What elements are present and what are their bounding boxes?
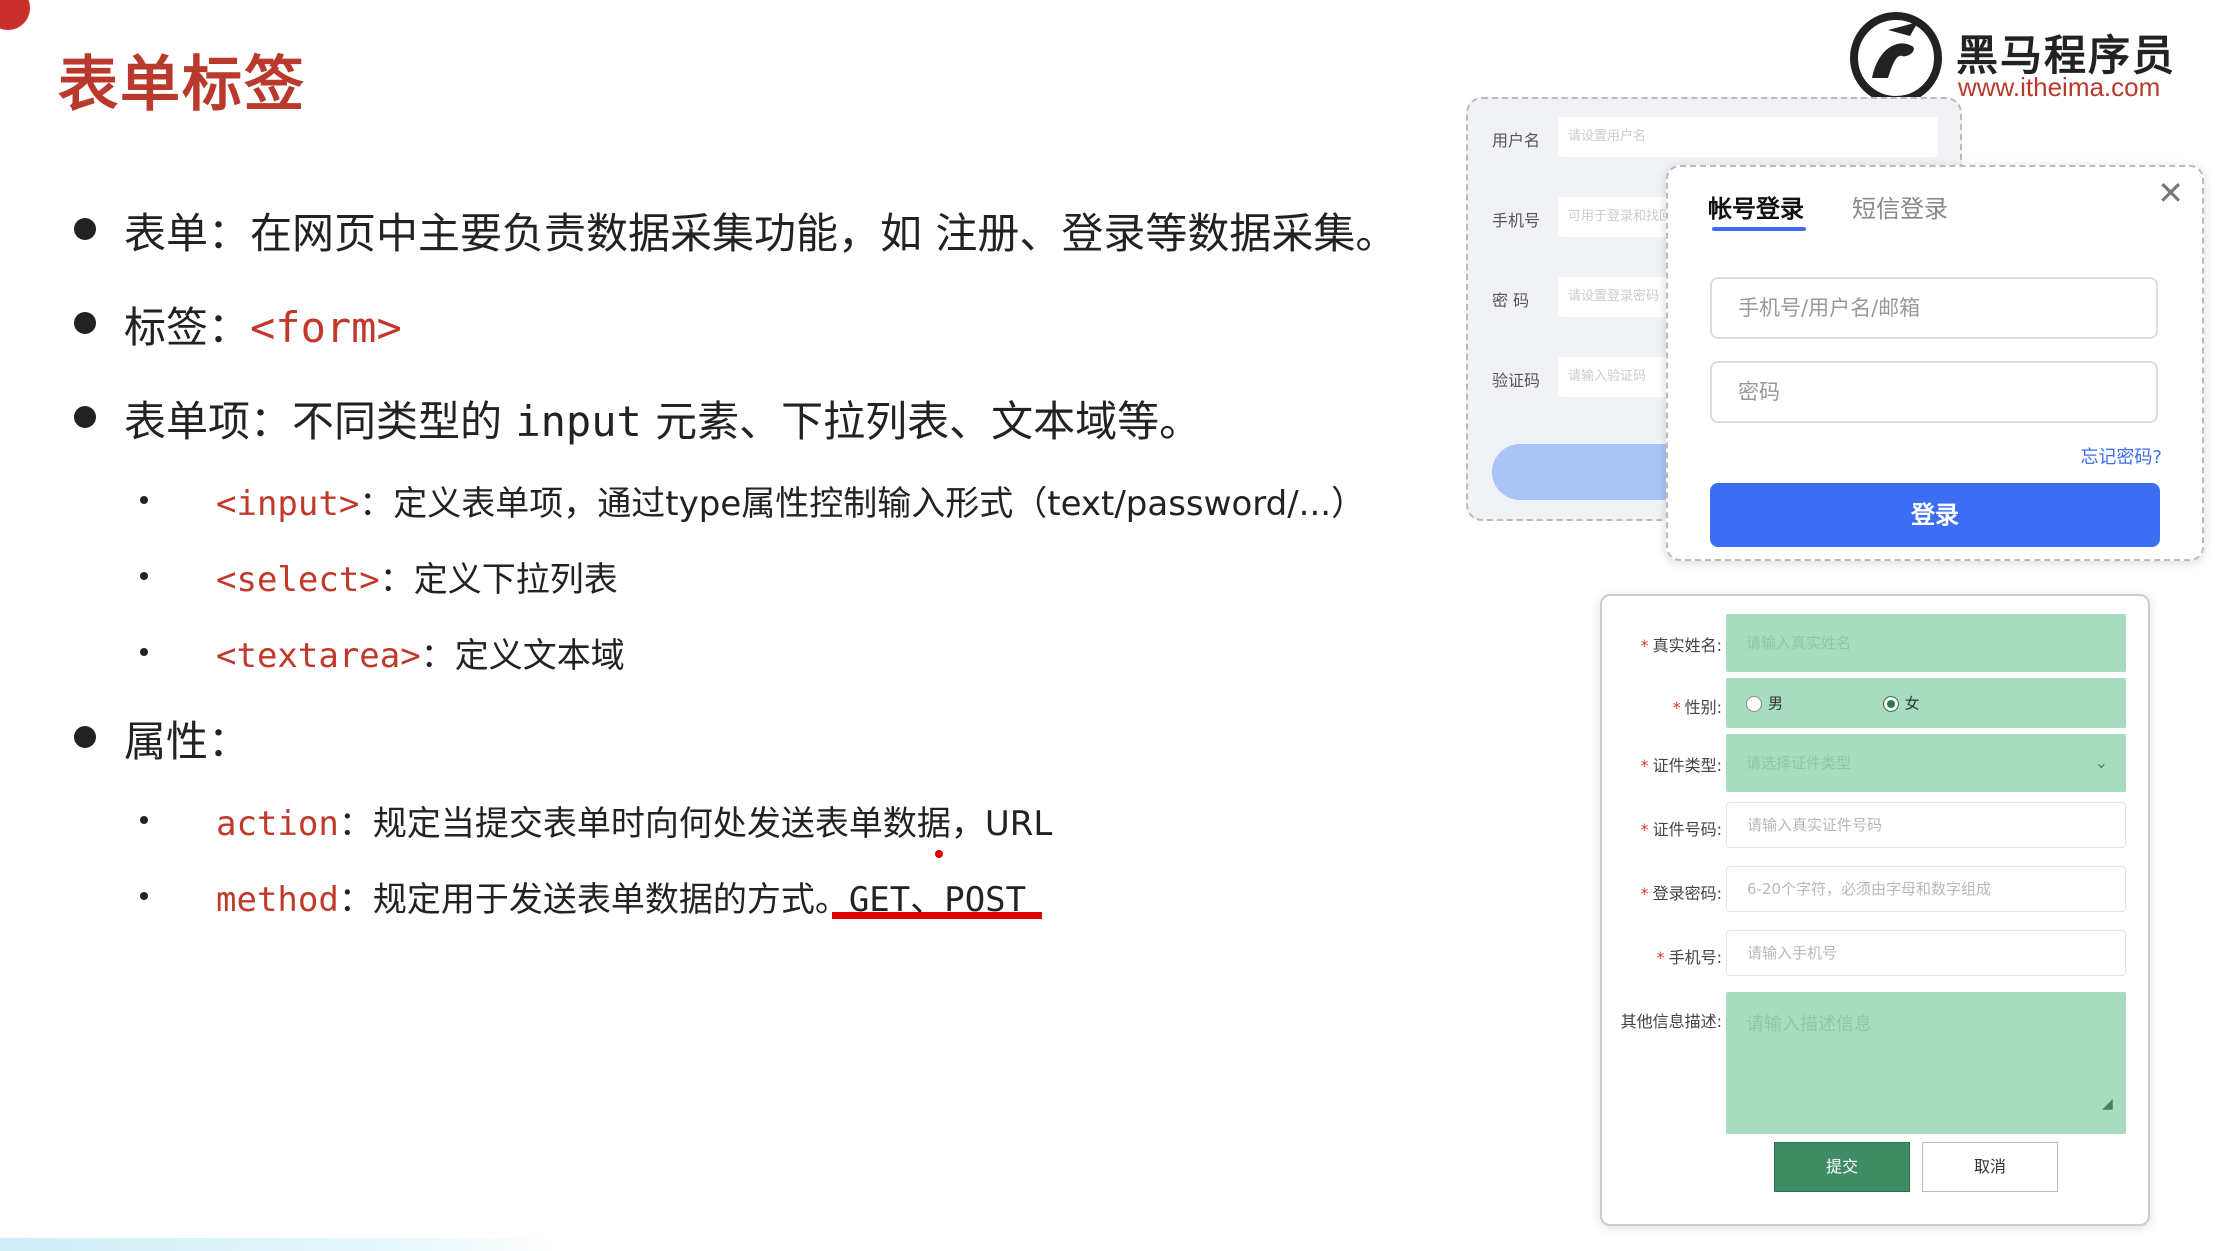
bullet-tag-label: 标签：	[124, 303, 251, 352]
name-input[interactable]: 请输入真实姓名	[1726, 614, 2126, 672]
name-label: * 真实姓名:	[1640, 636, 1722, 655]
login-card: 帐号登录 短信登录 ✕ 手机号/用户名/邮箱 密码 忘记密码? 登录	[1666, 165, 2204, 561]
bullet-items-prefix: 表单项：不同类型的	[124, 397, 516, 446]
select-tag-code: <select>	[216, 560, 380, 600]
bullet-tag: 标签：<form>	[74, 294, 402, 355]
active-tab-indicator	[1712, 227, 1806, 231]
bullet-form-text: 表单：在网页中主要负责数据采集功能，如 注册、登录等数据采集。	[124, 209, 1398, 258]
bullet-items-suffix: 元素、下拉列表、文本域等。	[641, 397, 1202, 446]
password-label: * 登录密码:	[1640, 884, 1722, 903]
sub-textarea: <textarea>：定义文本域	[140, 628, 625, 677]
sub-input: <input>：定义表单项，通过type属性控制输入形式（text/passwo…	[139, 476, 1366, 525]
tab-account-login[interactable]: 帐号登录	[1708, 189, 1804, 224]
info-form-card: * 真实姓名: 请输入真实姓名 * 性别: 男 女 * 证件类型: 请选择证件类型 ⌄…	[1600, 594, 2150, 1226]
resize-handle-icon[interactable]: ◢	[2102, 1096, 2113, 1112]
radio-male[interactable]	[1746, 695, 1762, 712]
radio-female-label: 女	[1904, 694, 1920, 713]
username-input[interactable]: 手机号/用户名/邮箱	[1710, 277, 2158, 339]
register-username-input[interactable]: 请设置用户名	[1558, 117, 1938, 157]
horse-logo-icon	[1850, 12, 1942, 104]
brand-logo: 黑马程序员 www.itheima.com	[1848, 8, 2208, 104]
input-word: input	[515, 397, 642, 446]
corner-dot	[0, 0, 30, 30]
gender-radio-group: 男 女	[1726, 678, 2126, 728]
brand-url: www.itheima.com	[1958, 72, 2161, 102]
input-tag-code: <input>	[216, 484, 360, 524]
idtype-select-value: 请选择证件类型	[1746, 754, 1852, 772]
bullet-attrs-text: 属性：	[124, 717, 251, 766]
sub-action: action：规定当提交表单时向何处发送表单数据，URL	[139, 796, 1053, 845]
textarea-desc: ：定义文本域	[420, 636, 625, 676]
action-desc: ：规定当提交表单时向何处发送表单数据，URL	[338, 804, 1053, 844]
method-attr-code: method	[216, 880, 339, 920]
desc-textarea[interactable]: 请输入描述信息	[1726, 992, 2126, 1134]
login-button[interactable]: 登录	[1710, 483, 2160, 547]
desc-label: 其他信息描述:	[1620, 1012, 1722, 1031]
close-icon[interactable]: ✕	[2157, 177, 2184, 209]
slide-title: 表单标签	[58, 50, 306, 120]
idtype-select[interactable]: 请选择证件类型 ⌄	[1726, 734, 2126, 792]
login-password-input[interactable]: 6-20个字符，必须由字母和数字组成	[1726, 866, 2126, 912]
gender-label: * 性别:	[1672, 698, 1722, 717]
bottom-decoration	[0, 1238, 560, 1251]
phone-input[interactable]: 请输入手机号	[1726, 930, 2126, 976]
register-label-password: 密 码	[1492, 291, 1530, 310]
select-desc: ：定义下拉列表	[379, 560, 618, 600]
pointer-dot	[935, 850, 943, 858]
bullet-attrs: 属性：	[73, 708, 251, 769]
phone-label: * 手机号:	[1656, 948, 1722, 967]
idtype-label: * 证件类型:	[1640, 756, 1722, 775]
idnum-input[interactable]: 请输入真实证件号码	[1726, 802, 2126, 848]
submit-button[interactable]: 提交	[1774, 1142, 1910, 1192]
idnum-label: * 证件号码:	[1640, 820, 1722, 839]
bullet-form: 表单：在网页中主要负责数据采集功能，如 注册、登录等数据采集。	[73, 200, 1398, 261]
textarea-tag-code: <textarea>	[216, 636, 421, 676]
register-label-phone: 手机号	[1492, 211, 1541, 230]
radio-female[interactable]	[1882, 695, 1899, 712]
register-label-code: 验证码	[1492, 371, 1541, 390]
forgot-password-link[interactable]: 忘记密码?	[2080, 443, 2162, 469]
chevron-down-icon: ⌄	[2094, 753, 2108, 772]
form-tag-code: <form>	[250, 303, 402, 352]
register-label-username: 用户名	[1492, 131, 1541, 150]
method-underline	[832, 912, 1042, 919]
sub-select: <select>：定义下拉列表	[140, 552, 618, 601]
action-attr-code: action	[216, 804, 339, 844]
input-desc: ：定义表单项，通过type属性控制输入形式（text/password/...）	[359, 484, 1366, 524]
radio-male-label: 男	[1768, 694, 1784, 713]
bullet-items: 表单项：不同类型的 input 元素、下拉列表、文本域等。	[73, 388, 1202, 449]
cancel-button[interactable]: 取消	[1922, 1142, 2058, 1192]
tab-sms-login[interactable]: 短信登录	[1852, 189, 1948, 224]
method-desc: ：规定用于发送表单数据的方式。	[338, 880, 849, 920]
password-input[interactable]: 密码	[1710, 361, 2158, 423]
